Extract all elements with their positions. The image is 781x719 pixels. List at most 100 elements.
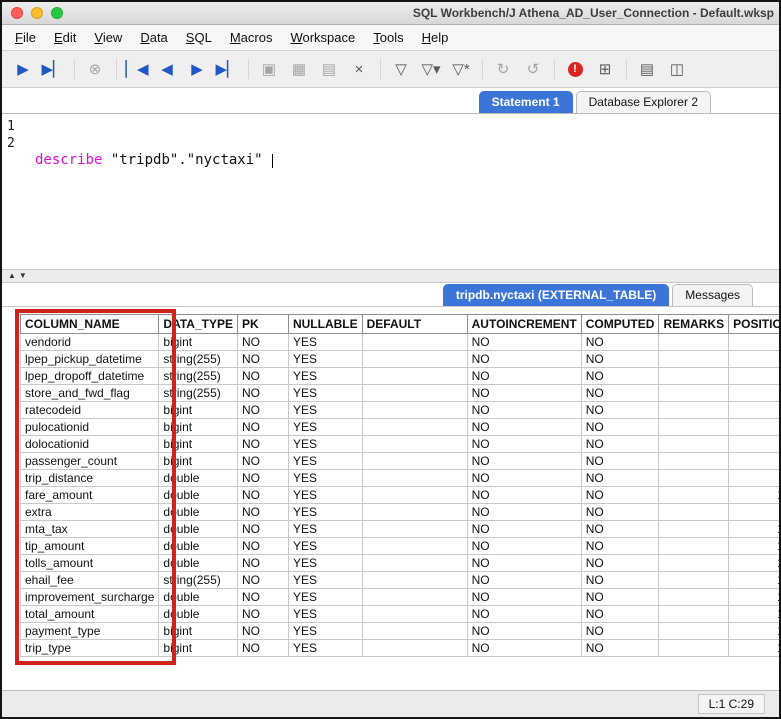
table-row[interactable]: fare_amount double NO YES NO NO 10	[21, 487, 780, 504]
cell-pk: NO	[237, 572, 288, 589]
reset-filter-button[interactable]: ▽*	[446, 55, 476, 83]
cell-column-name: passenger_count	[21, 453, 159, 470]
menu-item[interactable]: Workspace	[281, 25, 364, 50]
column-header[interactable]: REMARKS	[659, 315, 729, 334]
toolbar-button-icon: ▶	[191, 62, 203, 77]
cancel-statement-button[interactable]: ⊗	[80, 55, 110, 83]
column-header[interactable]: DATA_TYPE	[159, 315, 238, 334]
split-pane-divider[interactable]: ▲ ▼	[2, 269, 779, 283]
menu-item[interactable]: Tools	[364, 25, 412, 50]
cell-remarks	[659, 470, 729, 487]
first-row-button[interactable]: ▏◀	[122, 55, 152, 83]
run-all-button[interactable]: ▶	[8, 55, 38, 83]
cell-column-name: payment_type	[21, 623, 159, 640]
menu-item[interactable]: File	[6, 25, 45, 50]
column-header[interactable]: COMPUTED	[581, 315, 659, 334]
filter-dropdown-button[interactable]: ▽▾	[416, 55, 446, 83]
cell-column-name: vendorid	[21, 334, 159, 351]
database-explorer-window-button[interactable]: ◫	[662, 55, 692, 83]
commit-button[interactable]: ↻	[488, 55, 518, 83]
table-row[interactable]: mta_tax double NO YES NO NO 12	[21, 521, 780, 538]
cell-column-name: ratecodeid	[21, 402, 159, 419]
previous-row-button[interactable]: ◀	[152, 55, 182, 83]
table-row[interactable]: extra double NO YES NO NO 11	[21, 504, 780, 521]
column-header[interactable]: PK	[237, 315, 288, 334]
table-row[interactable]: lpep_dropoff_datetime string(255) NO YES…	[21, 368, 780, 385]
results-tab-bar: tripdb.nyctaxi (EXTERNAL_TABLE) Messages	[2, 283, 779, 307]
menu-item[interactable]: SQL	[177, 25, 221, 50]
cell-remarks	[659, 555, 729, 572]
cell-autoincrement: NO	[467, 504, 581, 521]
database-connection-button[interactable]: ▤	[632, 55, 662, 83]
rollback-button[interactable]: ↺	[518, 55, 548, 83]
save-changes-button[interactable]: ▣	[254, 55, 284, 83]
minimize-window-button[interactable]	[31, 7, 43, 19]
column-header[interactable]: COLUMN_NAME	[21, 315, 159, 334]
ignore-errors-button[interactable]: !	[560, 55, 590, 83]
table-row[interactable]: lpep_pickup_datetime string(255) NO YES …	[21, 351, 780, 368]
cell-default	[362, 402, 467, 419]
table-row[interactable]: tolls_amount double NO YES NO NO 14	[21, 555, 780, 572]
run-current-statement-button[interactable]: ▶▏	[38, 55, 68, 83]
update-database-button[interactable]: ▦	[284, 55, 314, 83]
table-row[interactable]: payment_type bigint NO YES NO NO 18	[21, 623, 780, 640]
cell-nullable: YES	[288, 368, 362, 385]
tab-database-explorer-2[interactable]: Database Explorer 2	[576, 91, 711, 113]
table-row[interactable]: store_and_fwd_flag string(255) NO YES NO…	[21, 385, 780, 402]
toolbar-button-icon: !	[568, 62, 583, 77]
column-header[interactable]: DEFAULT	[362, 315, 467, 334]
menu-item[interactable]: Macros	[221, 25, 282, 50]
tab-results-grid[interactable]: tripdb.nyctaxi (EXTERNAL_TABLE)	[443, 284, 669, 306]
cell-data-type: double	[159, 487, 238, 504]
table-row[interactable]: improvement_surcharge double NO YES NO N…	[21, 589, 780, 606]
menu-item[interactable]: Help	[413, 25, 458, 50]
cell-nullable: YES	[288, 521, 362, 538]
table-row[interactable]: trip_type bigint NO YES NO NO 19	[21, 640, 780, 657]
column-header[interactable]: POSITION	[729, 315, 779, 334]
insert-row-button[interactable]: ▤	[314, 55, 344, 83]
cell-autoincrement: NO	[467, 538, 581, 555]
cell-remarks	[659, 402, 729, 419]
cell-column-name: mta_tax	[21, 521, 159, 538]
next-row-button[interactable]: ▶	[182, 55, 212, 83]
delete-row-button[interactable]: ×	[344, 55, 374, 83]
filter-data-button[interactable]: ▽	[386, 55, 416, 83]
table-row[interactable]: dolocationid bigint NO YES NO NO 7	[21, 436, 780, 453]
sql-editor[interactable]: describe "tripdb"."nyctaxi"	[31, 114, 779, 269]
cell-nullable: YES	[288, 589, 362, 606]
toolbar-button-icon: ▏◀	[125, 62, 148, 77]
cell-remarks	[659, 589, 729, 606]
table-row[interactable]: vendorid bigint NO YES NO NO 1	[21, 334, 780, 351]
cell-autoincrement: NO	[467, 351, 581, 368]
column-header[interactable]: NULLABLE	[288, 315, 362, 334]
table-row[interactable]: pulocationid bigint NO YES NO NO 6	[21, 419, 780, 436]
tab-messages[interactable]: Messages	[672, 284, 753, 306]
data-pumper-button[interactable]: ⊞	[590, 55, 620, 83]
table-row[interactable]: ratecodeid bigint NO YES NO NO 5	[21, 402, 780, 419]
cell-default	[362, 385, 467, 402]
toolbar-button-icon: ▶▏	[215, 62, 238, 77]
cell-remarks	[659, 334, 729, 351]
cell-position: 6	[729, 419, 779, 436]
table-row[interactable]: ehail_fee string(255) NO YES NO NO 15	[21, 572, 780, 589]
collapse-down-icon[interactable]: ▼	[19, 272, 27, 280]
cell-computed: NO	[581, 385, 659, 402]
zoom-window-button[interactable]	[51, 7, 63, 19]
table-row[interactable]: tip_amount double NO YES NO NO 13	[21, 538, 780, 555]
app-window: SQL Workbench/J Athena_AD_User_Connectio…	[0, 0, 781, 719]
cell-default	[362, 487, 467, 504]
menu-item[interactable]: Edit	[45, 25, 85, 50]
table-row[interactable]: total_amount double NO YES NO NO 17	[21, 606, 780, 623]
close-window-button[interactable]	[11, 7, 23, 19]
menu-item[interactable]: View	[85, 25, 131, 50]
tab-statement-1[interactable]: Statement 1	[479, 91, 573, 113]
last-row-button[interactable]: ▶▏	[212, 55, 242, 83]
cell-remarks	[659, 606, 729, 623]
cell-position: 14	[729, 555, 779, 572]
table-row[interactable]: passenger_count bigint NO YES NO NO 8	[21, 453, 780, 470]
menu-item[interactable]: Data	[131, 25, 176, 50]
table-row[interactable]: trip_distance double NO YES NO NO 9	[21, 470, 780, 487]
collapse-up-icon[interactable]: ▲	[8, 272, 16, 280]
cell-default	[362, 640, 467, 657]
column-header[interactable]: AUTOINCREMENT	[467, 315, 581, 334]
